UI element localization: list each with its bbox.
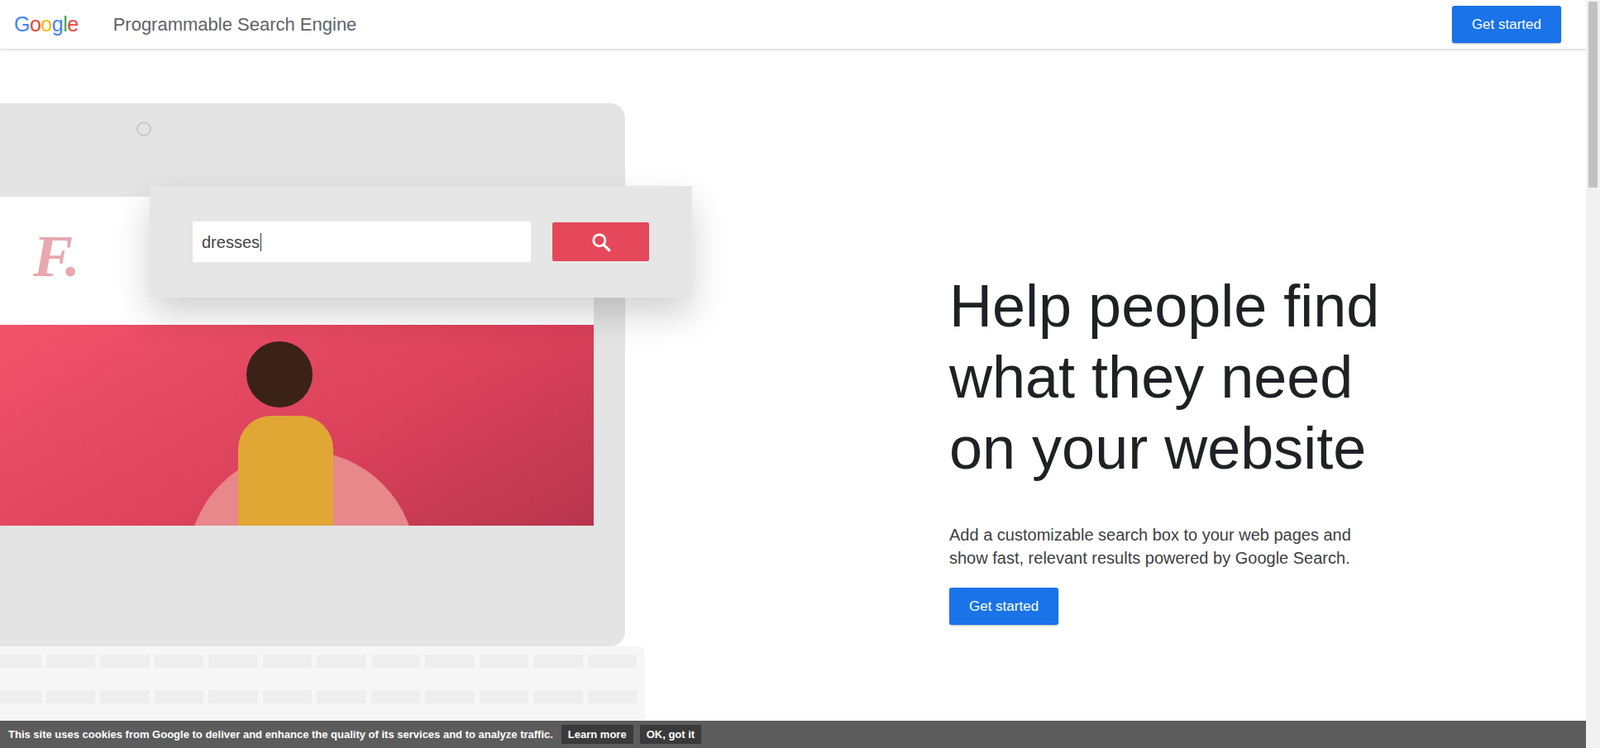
google-logo[interactable]: Google — [14, 9, 79, 41]
laptop-illustration: F. — [0, 49, 950, 722]
search-icon — [590, 231, 612, 254]
photo-head — [246, 341, 313, 408]
photo-dress — [238, 415, 334, 526]
top-bar: Google Programmable Search Engine Get st… — [0, 0, 1586, 50]
hero-description: Add a customizable search box to your we… — [949, 523, 1352, 570]
heading-line: Help people find — [949, 270, 1380, 342]
logo-letter: o — [29, 12, 41, 36]
logo-letter: g — [52, 12, 63, 36]
camera-icon — [136, 121, 152, 137]
logo-letter: l — [62, 12, 67, 36]
logo-letter: o — [40, 12, 52, 36]
site-logo: F. — [33, 226, 81, 287]
search-input[interactable]: dresses — [192, 221, 531, 263]
hero: F. — [0, 49, 1586, 722]
photo — [0, 324, 594, 526]
scrollbar[interactable] — [1585, 0, 1600, 748]
accept-cookies-button[interactable]: OK, got it — [640, 725, 703, 745]
search-button[interactable] — [552, 222, 650, 262]
hero-text: Help people findwhat they needon your we… — [949, 49, 1380, 722]
cookie-text: This site uses cookies from Google to de… — [8, 726, 554, 744]
get-started-button[interactable]: Get started — [1451, 5, 1562, 43]
page: Google Programmable Search Engine Get st… — [0, 0, 1586, 748]
product-title: Programmable Search Engine — [113, 10, 358, 39]
logo-letter: G — [14, 12, 30, 36]
laptop-screen-frame: F. — [0, 103, 626, 647]
heading-line: on your website — [949, 412, 1380, 484]
scrollbar-thumb[interactable] — [1588, 1, 1598, 188]
get-started-button[interactable]: Get started — [949, 587, 1059, 626]
description-line: Add a customizable search box to your we… — [949, 523, 1352, 547]
learn-more-button[interactable]: Learn more — [561, 725, 634, 745]
hero-heading: Help people findwhat they needon your we… — [949, 270, 1380, 484]
search-overlay: dresses — [149, 186, 693, 298]
description-line: show fast, relevant results powered by G… — [949, 546, 1352, 570]
keyboard — [0, 646, 645, 730]
heading-line: what they need — [949, 341, 1380, 413]
logo-letter: e — [66, 12, 78, 36]
cookie-bar: This site uses cookies from Google to de… — [0, 721, 1586, 748]
